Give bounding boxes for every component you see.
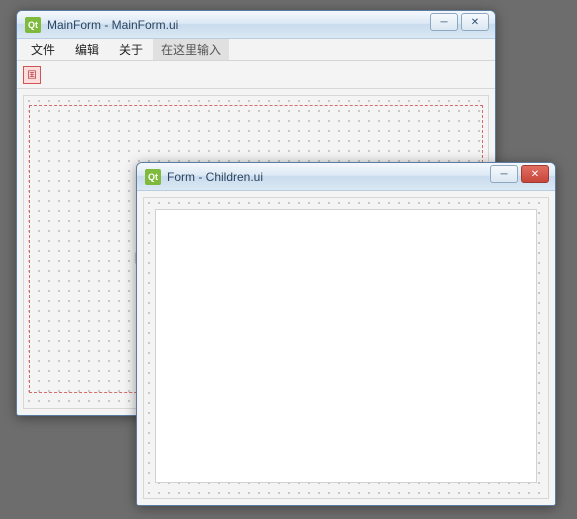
menu-edit[interactable]: 编辑: [65, 39, 109, 60]
minimize-button[interactable]: ─: [430, 13, 458, 31]
qt-app-icon: Qt: [145, 169, 161, 185]
main-window-controls: ─ ✕: [430, 13, 489, 31]
child-window-controls: ─ ✕: [490, 165, 549, 183]
qt-app-icon: Qt: [25, 17, 41, 33]
toolbar: 囯: [17, 61, 495, 89]
child-window: Qt Form - Children.ui ─ ✕: [136, 162, 556, 506]
menu-file[interactable]: 文件: [21, 39, 65, 60]
menubar: 文件 编辑 关于 在这里输入: [17, 39, 495, 61]
form-central-widget[interactable]: [155, 209, 537, 483]
main-titlebar[interactable]: Qt MainForm - MainForm.ui ─ ✕: [17, 11, 495, 39]
menu-type-here-hint[interactable]: 在这里输入: [153, 39, 229, 60]
main-window-title: MainForm - MainForm.ui: [47, 18, 178, 32]
menu-about[interactable]: 关于: [109, 39, 153, 60]
placeholder-widget-icon[interactable]: 囯: [23, 66, 41, 84]
child-titlebar[interactable]: Qt Form - Children.ui ─ ✕: [137, 163, 555, 191]
child-window-title: Form - Children.ui: [167, 170, 263, 184]
minimize-button[interactable]: ─: [490, 165, 518, 183]
close-button[interactable]: ✕: [521, 165, 549, 183]
close-button[interactable]: ✕: [461, 13, 489, 31]
child-client-area[interactable]: [137, 191, 555, 505]
